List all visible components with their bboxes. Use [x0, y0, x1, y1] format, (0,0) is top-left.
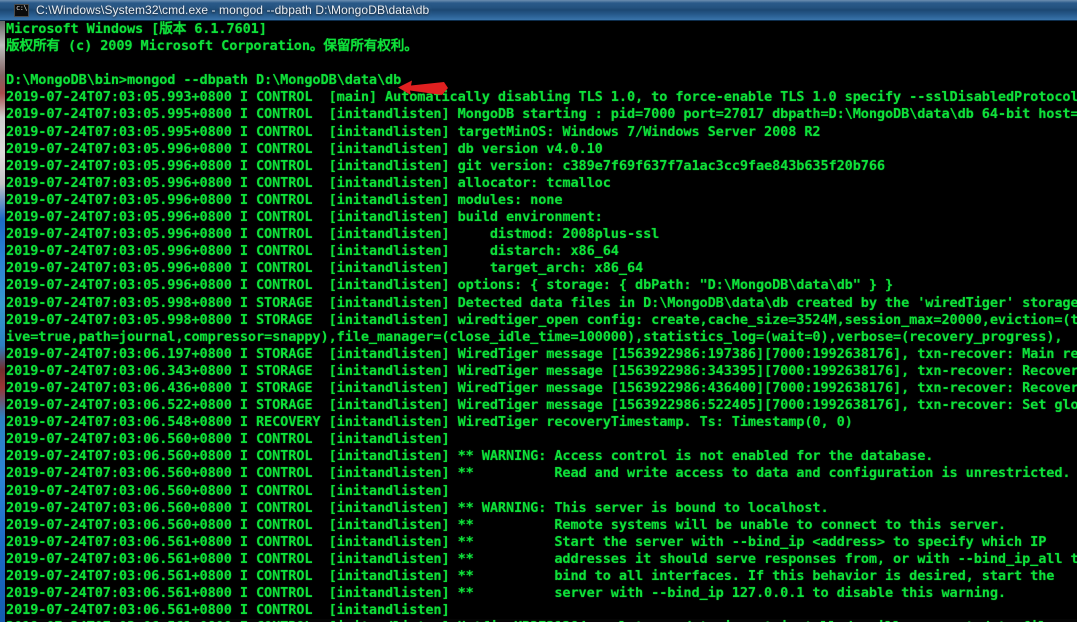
console-line: 2019-07-24T07:03:06.561+0800 I CONTROL [… [6, 602, 450, 619]
console-line: 2019-07-24T07:03:06.560+0800 I CONTROL [… [6, 499, 829, 516]
window-title: C:\Windows\System32\cmd.exe - mongod --d… [36, 3, 430, 17]
console-line: 2019-07-24T07:03:05.996+0800 I CONTROL [… [6, 191, 563, 208]
console-line: 2019-07-24T07:03:05.995+0800 I CONTROL [… [6, 106, 1077, 123]
console-line: 2019-07-24T07:03:06.522+0800 I STORAGE [… [6, 397, 1077, 414]
console-line: 2019-07-24T07:03:05.996+0800 I CONTROL [… [6, 174, 611, 191]
console-line: 2019-07-24T07:03:06.436+0800 I STORAGE [… [6, 379, 1077, 396]
console-line: 2019-07-24T07:03:05.996+0800 I CONTROL [… [6, 260, 644, 277]
console-line: 2019-07-24T07:03:05.996+0800 I CONTROL [… [6, 243, 619, 260]
console-line: 2019-07-24T07:03:06.548+0800 I RECOVERY … [6, 414, 853, 431]
console-line: 2019-07-24T07:03:06.561+0800 I CONTROL [… [6, 585, 1006, 602]
console-line: 2019-07-24T07:03:06.560+0800 I CONTROL [… [6, 482, 450, 499]
console-line: 2019-07-24T07:03:06.343+0800 I STORAGE [… [6, 362, 1077, 379]
console-line: 2019-07-24T07:03:05.996+0800 I CONTROL [… [6, 140, 603, 157]
console-output-area[interactable]: Microsoft Windows [版本 6.1.7601] 版权所有 (c) … [0, 21, 1077, 622]
console-line: 2019-07-24T07:03:05.996+0800 I CONTROL [… [6, 277, 894, 294]
console-line: 2019-07-24T07:03:06.560+0800 I CONTROL [… [6, 448, 934, 465]
console-line: 2019-07-24T07:03:05.993+0800 I CONTROL [… [6, 89, 1077, 106]
console-line: 2019-07-24T07:03:06.197+0800 I STORAGE [… [6, 345, 1077, 362]
console-line: 2019-07-24T07:03:05.996+0800 I CONTROL [… [6, 226, 660, 243]
window-titlebar[interactable]: C:\Windows\System32\cmd.exe - mongod --d… [0, 0, 1077, 21]
console-line: 2019-07-24T07:03:05.996+0800 I CONTROL [… [6, 157, 885, 174]
cmd-console-window: C:\Windows\System32\cmd.exe - mongod --d… [0, 0, 1077, 622]
console-line: 2019-07-24T07:03:05.995+0800 I CONTROL [… [6, 123, 821, 140]
console-line: 2019-07-24T07:03:06.560+0800 I CONTROL [… [6, 516, 1006, 533]
window-left-edge-strip [0, 21, 5, 622]
console-line: 2019-07-24T07:03:05.998+0800 I STORAGE [… [6, 294, 1077, 311]
console-line: 2019-07-24T07:03:06.560+0800 I CONTROL [… [6, 431, 450, 448]
console-line: ive=true,path=journal,compressor=snappy)… [6, 328, 1063, 345]
console-line-list: Microsoft Windows [版本 6.1.7601] 版权所有 (c) … [0, 21, 1077, 622]
console-line: 2019-07-24T07:03:06.561+0800 I CONTROL [… [6, 550, 1077, 567]
cmd-console-icon [14, 3, 29, 17]
console-line: 2019-07-24T07:03:06.561+0800 I CONTROL [… [6, 533, 1047, 550]
console-line: 2019-07-24T07:03:05.996+0800 I CONTROL [… [6, 209, 603, 226]
console-line: 版权所有 (c) 2009 Microsoft Corporation。保留所有… [6, 38, 418, 55]
console-line: 2019-07-24T07:03:06.560+0800 I CONTROL [… [6, 465, 1071, 482]
console-line: Microsoft Windows [版本 6.1.7601] [6, 21, 267, 37]
console-line: D:\MongoDB\bin>mongod --dbpath D:\MongoD… [6, 72, 402, 89]
console-line: 2019-07-24T07:03:06.561+0800 I CONTROL [… [6, 568, 1055, 584]
console-line: 2019-07-24T07:03:05.998+0800 I STORAGE [… [6, 311, 1077, 328]
